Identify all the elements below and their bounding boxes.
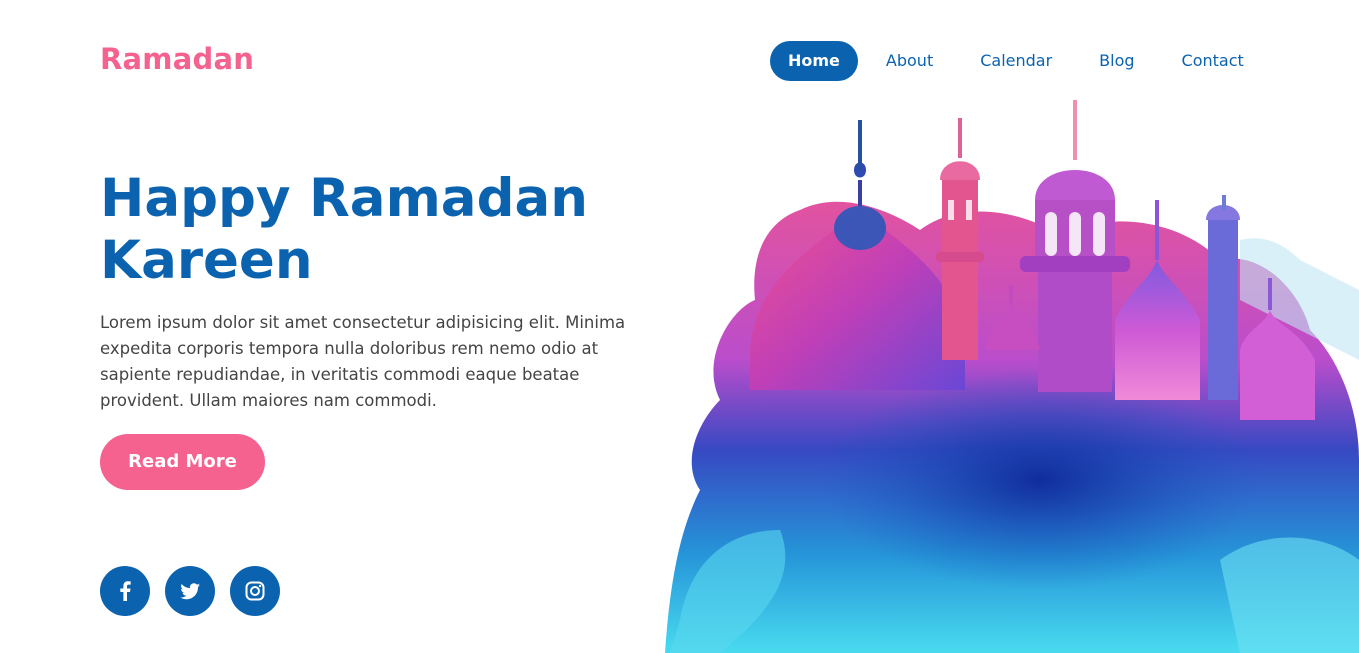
landing-page: Ramadan Home About Calendar Blog Contact… <box>0 0 1359 653</box>
nav-item-calendar[interactable]: Calendar <box>962 41 1070 81</box>
nav-item-about[interactable]: About <box>868 41 951 81</box>
nav-item-home[interactable]: Home <box>770 41 858 81</box>
nav-item-blog[interactable]: Blog <box>1081 41 1152 81</box>
read-more-button[interactable]: Read More <box>100 434 265 490</box>
brand-logo[interactable]: Ramadan <box>100 42 254 76</box>
instagram-icon <box>245 581 265 601</box>
hero-title-line-2: Kareen <box>100 230 313 291</box>
mosque-illustration <box>665 80 1359 653</box>
twitter-icon <box>180 582 200 599</box>
twitter-button[interactable] <box>165 566 215 616</box>
facebook-button[interactable] <box>100 566 150 616</box>
facebook-icon <box>120 581 131 601</box>
main-nav: Home About Calendar Blog Contact <box>770 41 1273 81</box>
nav-item-contact[interactable]: Contact <box>1164 41 1262 81</box>
hero-description: Lorem ipsum dolor sit amet consectetur a… <box>100 313 626 410</box>
instagram-button[interactable] <box>230 566 280 616</box>
social-links <box>100 566 280 616</box>
hero-title: Happy Ramadan Kareen <box>100 168 660 292</box>
hero-title-line-1: Happy Ramadan <box>100 168 588 229</box>
